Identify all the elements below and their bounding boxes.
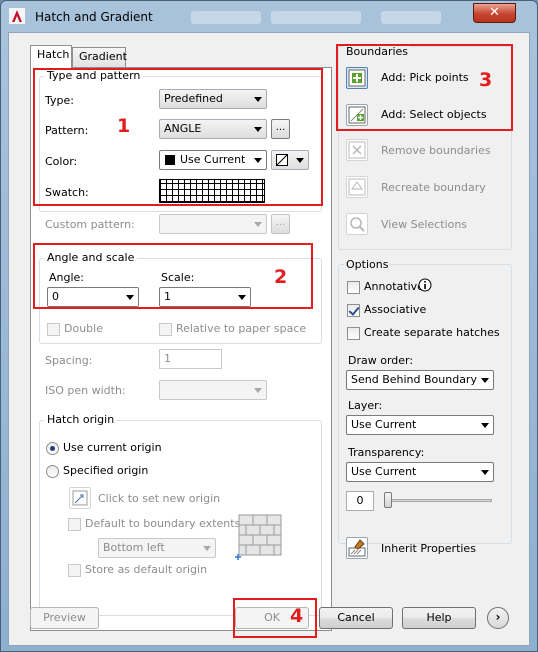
hatch-origin-label: Hatch origin [44, 413, 118, 426]
magnifier-icon [350, 217, 365, 232]
title-ghost-3 [381, 11, 441, 24]
associative-checkbox[interactable] [347, 304, 360, 317]
draw-order-select[interactable]: Send Behind Boundary [346, 370, 494, 390]
separate-hatches-checkbox[interactable] [347, 327, 360, 340]
annotation-number-3: 3 [479, 69, 493, 91]
tab-hatch[interactable]: Hatch [30, 45, 72, 68]
more-options-chevron-icon[interactable]: › [487, 607, 509, 629]
annotation-number-1: 1 [117, 115, 131, 137]
use-current-origin-radio[interactable] [46, 442, 59, 455]
layer-label: Layer: [348, 399, 383, 412]
remove-boundaries-button[interactable] [346, 139, 368, 161]
view-selections-label[interactable]: View Selections [381, 218, 467, 231]
transparency-slider-thumb[interactable] [384, 492, 392, 508]
info-icon[interactable] [418, 278, 432, 292]
custom-pattern-select[interactable] [159, 214, 267, 234]
cancel-button[interactable]: Cancel [319, 607, 393, 629]
inherit-properties-button[interactable] [346, 537, 368, 559]
annotation-number-4: 4 [290, 605, 304, 627]
transparency-select[interactable]: Use Current [346, 462, 494, 482]
preview-button[interactable]: Preview [30, 607, 99, 629]
tab-gradient[interactable]: Gradient [72, 47, 127, 68]
annotation-box-1 [33, 68, 323, 206]
transparency-slider-track[interactable] [384, 499, 492, 502]
annotative-checkbox[interactable] [347, 281, 360, 294]
spacing-label: Spacing: [45, 354, 93, 367]
annotation-number-2: 2 [274, 266, 288, 288]
use-current-origin-label: Use current origin [63, 441, 162, 454]
brick-origin-preview-icon [235, 514, 282, 560]
specified-origin-label: Specified origin [63, 464, 149, 477]
transparency-amount-input[interactable]: 0 [346, 491, 374, 511]
dialog-window: Hatch and Gradient ✕ Hatch Gradient Type… [0, 0, 538, 652]
options-label: Options [344, 258, 391, 271]
double-checkbox[interactable] [47, 323, 60, 336]
recreate-boundary-label[interactable]: Recreate boundary [381, 181, 486, 194]
title-ghost-1 [191, 11, 261, 24]
brush-icon [348, 539, 366, 557]
title-ghost-2 [271, 11, 361, 24]
recreate-boundary-button[interactable] [346, 176, 368, 198]
draw-order-label: Draw order: [348, 354, 414, 367]
recreate-boundary-icon [348, 178, 366, 196]
set-origin-icon [72, 490, 88, 506]
associative-label: Associative [364, 303, 427, 316]
set-origin-button[interactable] [69, 487, 91, 509]
custom-pattern-browse-button[interactable]: ... [271, 214, 290, 234]
relative-paper-space-label: Relative to paper space [176, 322, 307, 335]
inherit-properties-label[interactable]: Inherit Properties [381, 542, 476, 555]
autocad-logo-icon [9, 8, 25, 24]
default-boundary-extents-label: Default to boundary extents [85, 517, 241, 530]
separate-hatches-label: Create separate hatches [364, 326, 500, 339]
default-boundary-extents-checkbox[interactable] [68, 518, 81, 531]
store-default-origin-checkbox[interactable] [68, 564, 81, 577]
annotative-label: Annotative [364, 280, 424, 293]
close-button[interactable]: ✕ [473, 3, 516, 23]
title-bar: Hatch and Gradient ✕ [1, 1, 537, 33]
relative-paper-space-checkbox[interactable] [159, 323, 172, 336]
layer-select[interactable]: Use Current [346, 415, 494, 435]
remove-boundaries-icon [348, 141, 366, 159]
custom-pattern-label: Custom pattern: [45, 218, 135, 231]
store-default-origin-label: Store as default origin [85, 563, 208, 576]
double-label: Double [64, 322, 103, 335]
transparency-label: Transparency: [348, 446, 425, 459]
click-set-origin-label: Click to set new origin [98, 492, 221, 505]
dialog-client: Hatch Gradient Type and pattern Type: Pr… [8, 32, 530, 646]
bottom-left-select[interactable]: Bottom left [98, 538, 216, 558]
specified-origin-radio[interactable] [46, 465, 59, 478]
window-title: Hatch and Gradient [35, 10, 153, 24]
iso-pen-width-select[interactable] [159, 380, 267, 400]
remove-boundaries-label[interactable]: Remove boundaries [381, 144, 491, 157]
annotation-box-4 [233, 598, 317, 638]
spacing-input[interactable]: 1 [159, 349, 222, 369]
iso-pen-width-label: ISO pen width: [45, 384, 126, 397]
view-selections-button[interactable] [346, 213, 368, 235]
annotation-box-2 [33, 243, 313, 309]
help-button[interactable]: Help [402, 607, 476, 629]
